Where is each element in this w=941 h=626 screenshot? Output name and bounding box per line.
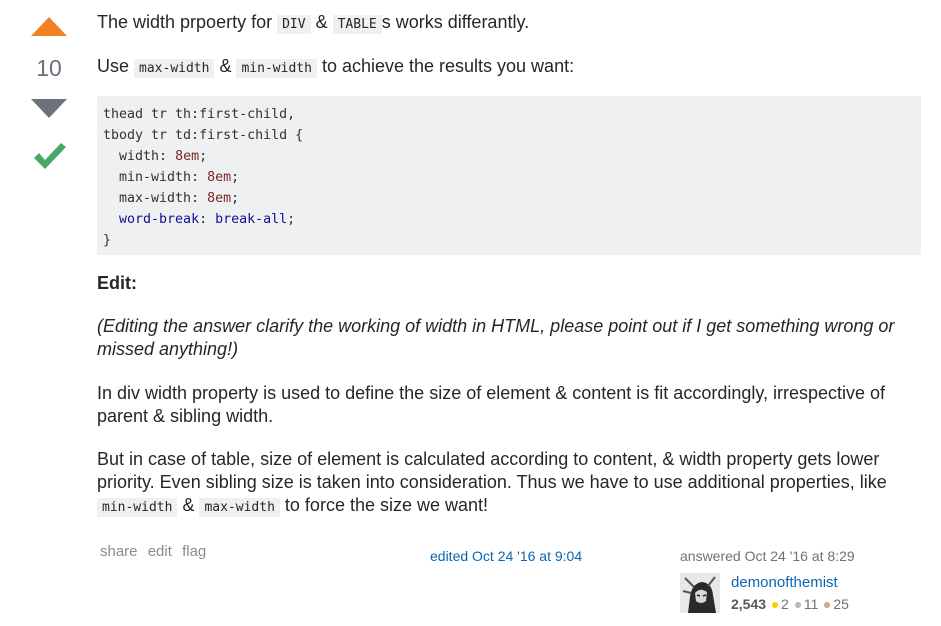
inline-code-max-width: max-width [134,59,215,78]
use-amp: & [214,56,237,76]
code-prop-width: width [119,149,160,164]
gold-badge-count: 2 [781,596,789,612]
code-prop-word-break: word-break [119,212,200,227]
code-val-min-width: 8em [207,170,232,185]
table-paragraph-tail: to force the size we want! [279,495,489,515]
edit-heading: Edit: [97,273,137,293]
inline-code-max-width-2: max-width [199,498,280,517]
answered-timestamp: answered Oct 24 '16 at 8:29 [680,548,855,564]
code-line-1: thead tr th:first-child, [103,107,296,122]
table-amp: & [177,495,200,515]
post-menu: share edit flag [100,543,212,560]
share-link[interactable]: share [100,543,138,560]
table-paragraph-text: But in case of table, size of element is… [97,449,887,492]
gold-badge-icon [772,601,779,608]
code-block: thead tr th:first-child, tbody tr td:fir… [97,96,921,255]
silver-badge-icon [794,601,801,608]
inline-code-min-width: min-width [236,59,317,78]
vote-count: 10 [36,55,62,81]
avatar[interactable] [680,573,720,613]
bronze-badge-count: 25 [833,596,849,612]
code-line-close: } [103,233,112,248]
accepted-checkmark-icon [34,143,66,169]
upvote-arrow-icon[interactable] [31,17,67,36]
table-paragraph: But in case of table, size of element is… [97,448,927,519]
edit-note: (Editing the answer clarify the working … [97,316,895,359]
intro-line: The width prpoerty for DIV & TABLE s work… [97,11,529,36]
edit-link[interactable]: edit [148,543,172,560]
inline-code-min-width-2: min-width [97,498,178,517]
edited-timestamp-link[interactable]: edited Oct 24 '16 at 9:04 [430,548,582,564]
flag-link[interactable]: flag [182,543,206,560]
silver-badge-count: 11 [803,596,819,612]
intro-amp: & [310,12,333,32]
reputation-score: 2,543 [731,596,767,612]
div-paragraph: In div width property is used to define … [97,383,886,426]
use-text: Use [97,56,135,76]
downvote-arrow-icon[interactable] [31,99,67,118]
use-line: Use max-width & min-width to achieve the… [97,55,574,80]
reputation-info: 2,543 2 11 25 [731,596,849,612]
code-prop-min-width: min-width [119,170,192,185]
code-prop-max-width: max-width [119,191,192,206]
code-val-max-width: 8em [207,191,232,206]
use-tail: to achieve the results you want: [316,56,575,76]
code-val-width: 8em [175,149,200,164]
intro-text: The width prpoerty for [97,12,278,32]
inline-code-table: TABLE [332,15,382,34]
inline-code-div: DIV [277,15,311,34]
username-link[interactable]: demonofthemist [731,574,838,591]
intro-tail: s works differantly. [381,12,530,32]
code-val-word-break: break-all [215,212,288,227]
bronze-badge-icon [824,601,831,608]
code-line-2: tbody tr td:first-child { [103,128,304,143]
